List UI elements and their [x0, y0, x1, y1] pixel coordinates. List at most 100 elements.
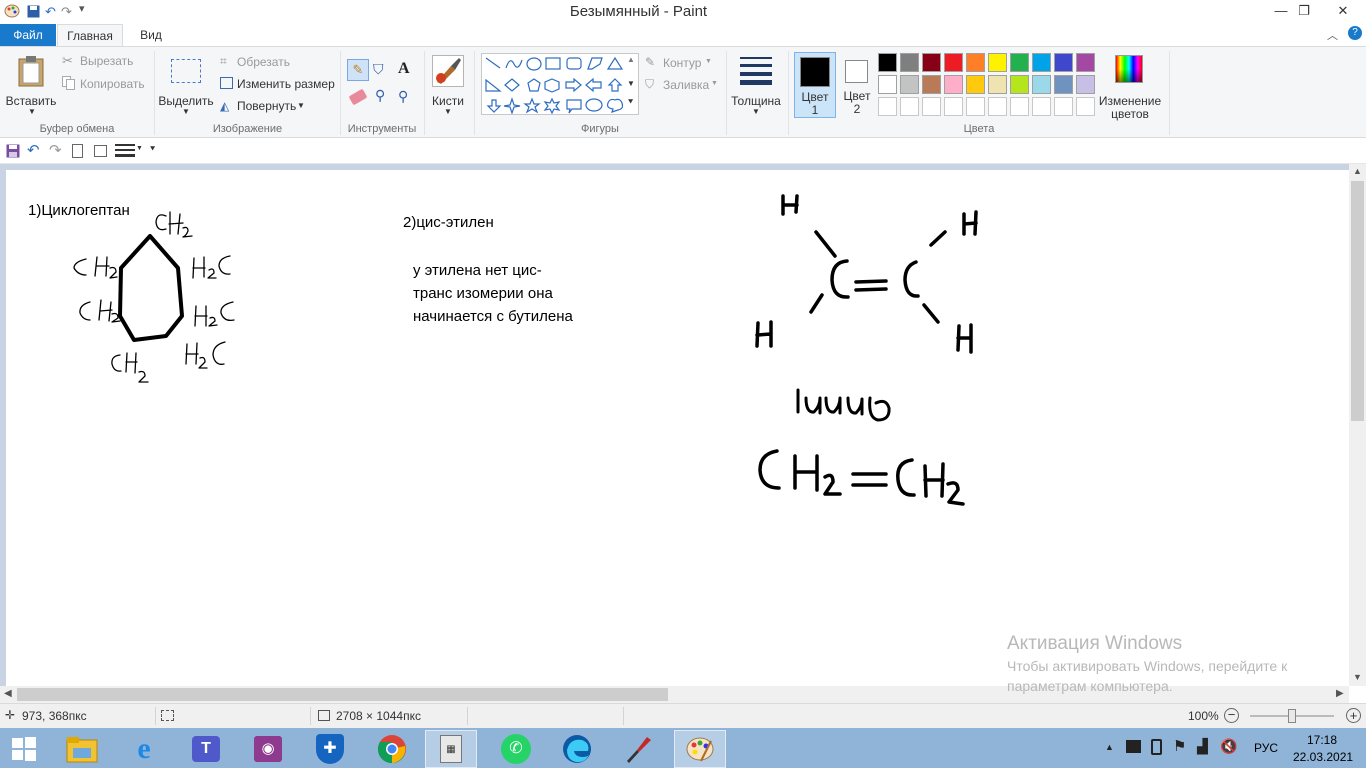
- palette-custom-color-slot[interactable]: [1054, 97, 1073, 116]
- scroll-left-arrow-icon[interactable]: ◀: [4, 688, 12, 699]
- scroll-down-arrow-icon[interactable]: ▼: [1353, 672, 1362, 682]
- palette-custom-color-slot[interactable]: [878, 97, 897, 116]
- scroll-up-arrow-icon[interactable]: ▲: [1353, 166, 1362, 176]
- palette-color-swatch[interactable]: [1054, 53, 1073, 72]
- zoom-slider-thumb[interactable]: [1288, 709, 1296, 723]
- clock-date[interactable]: 22.03.2021: [1293, 750, 1353, 764]
- taskbar-paint[interactable]: [674, 730, 726, 768]
- palette-color-swatch[interactable]: [1010, 53, 1029, 72]
- tab-view[interactable]: Вид: [128, 24, 174, 47]
- collapse-ribbon-icon[interactable]: ︿: [1327, 27, 1338, 43]
- palette-color-swatch[interactable]: [944, 75, 963, 94]
- size-button[interactable]: Толщина ▼: [730, 51, 782, 119]
- palette-color-swatch[interactable]: [944, 53, 963, 72]
- taskbar-internet-explorer[interactable]: e: [118, 730, 170, 768]
- palette-color-swatch[interactable]: [988, 53, 1007, 72]
- shapes-gallery[interactable]: [481, 53, 639, 115]
- tray-flag-icon[interactable]: ⚑: [1173, 737, 1186, 755]
- group-separator: [726, 51, 727, 135]
- select-button[interactable]: Выделить ▼: [158, 51, 214, 119]
- palette-color-swatch[interactable]: [966, 75, 985, 94]
- vertical-scrollbar[interactable]: ▲ ▼: [1349, 164, 1366, 686]
- palette-custom-color-slot[interactable]: [944, 97, 963, 116]
- zoom-in-icon[interactable]: +: [1346, 708, 1361, 723]
- taskbar-paint-brush-app[interactable]: [612, 730, 664, 768]
- palette-custom-color-slot[interactable]: [988, 97, 1007, 116]
- line-style-dropdown-icon[interactable]: ▼: [136, 145, 143, 152]
- scroll-right-arrow-icon[interactable]: ▶: [1336, 688, 1344, 699]
- tray-volume-muted-icon[interactable]: 🔇: [1220, 738, 1237, 755]
- tab-home[interactable]: Главная: [57, 24, 123, 47]
- tray-network-adapter-icon[interactable]: [1126, 740, 1141, 753]
- palette-color-swatch[interactable]: [922, 75, 941, 94]
- start-button[interactable]: [0, 730, 48, 768]
- close-button[interactable]: ✕: [1326, 0, 1360, 24]
- redo-icon[interactable]: ↷: [49, 141, 62, 159]
- shapes-scroll-down-icon[interactable]: ▼: [627, 79, 635, 88]
- palette-color-swatch[interactable]: [1010, 75, 1029, 94]
- palette-color-swatch[interactable]: [1076, 53, 1095, 72]
- chrome-icon: [377, 735, 406, 764]
- palette-color-swatch[interactable]: [878, 75, 897, 94]
- taskbar-camera[interactable]: ◉: [242, 730, 294, 768]
- palette-color-swatch[interactable]: [988, 75, 1007, 94]
- brushes-button[interactable]: Кисти ▼: [428, 51, 468, 119]
- taskbar-edge[interactable]: [551, 730, 603, 768]
- edit-colors-button[interactable]: Изменение цветов: [1098, 51, 1162, 121]
- frame-icon[interactable]: [94, 145, 107, 157]
- cursor-position-icon: ✛: [5, 708, 16, 722]
- palette-color-swatch[interactable]: [1032, 53, 1051, 72]
- taskbar-calculator[interactable]: ▦: [425, 730, 477, 768]
- taskbar-chrome[interactable]: [366, 730, 418, 768]
- shapes-scroll-up-icon[interactable]: ▲: [627, 55, 635, 64]
- clock-time[interactable]: 17:18: [1307, 733, 1337, 747]
- palette-custom-color-slot[interactable]: [1076, 97, 1095, 116]
- pencil-icon[interactable]: ✎: [347, 59, 369, 81]
- taskbar-whatsapp[interactable]: ✆: [490, 730, 542, 768]
- tray-device-icon[interactable]: [1151, 739, 1162, 755]
- eraser-icon[interactable]: [348, 88, 368, 106]
- zoom-out-icon[interactable]: −: [1224, 708, 1239, 723]
- undo-icon[interactable]: ↶: [27, 141, 40, 159]
- palette-custom-color-slot[interactable]: [966, 97, 985, 116]
- shapes-more-icon[interactable]: ⯆: [627, 97, 634, 108]
- taskbar-file-explorer[interactable]: [56, 730, 108, 768]
- vertical-scroll-thumb[interactable]: [1351, 181, 1364, 421]
- line-style-icon[interactable]: [115, 144, 135, 157]
- color-picker-icon[interactable]: ⚲: [375, 87, 385, 104]
- tray-signal-icon[interactable]: ▟: [1197, 738, 1208, 755]
- help-icon[interactable]: ?: [1348, 26, 1362, 40]
- magnifier-icon[interactable]: ⚲: [398, 88, 408, 105]
- palette-color-swatch[interactable]: [1076, 75, 1095, 94]
- palette-color-swatch[interactable]: [922, 53, 941, 72]
- drawing-canvas[interactable]: 1)Циклогептан 2)цис-этилен у этилена нет…: [6, 170, 1349, 686]
- tray-overflow-icon[interactable]: ▲: [1105, 742, 1114, 752]
- qat-customize-icon[interactable]: ⯆: [149, 144, 156, 155]
- restore-button[interactable]: ❐: [1290, 0, 1318, 24]
- palette-color-swatch[interactable]: [900, 53, 919, 72]
- palette-custom-color-slot[interactable]: [900, 97, 919, 116]
- palette-color-swatch[interactable]: [878, 53, 897, 72]
- save-icon[interactable]: [6, 144, 20, 158]
- palette-custom-color-slot[interactable]: [1010, 97, 1029, 116]
- text-tool-icon[interactable]: A: [398, 60, 410, 78]
- taskbar-teams[interactable]: T: [180, 730, 232, 768]
- tab-file[interactable]: Файл: [0, 24, 56, 46]
- heptagon-ring: [118, 234, 184, 342]
- keyboard-language[interactable]: РУС: [1254, 741, 1278, 755]
- color1-button[interactable]: Цвет 1: [794, 52, 836, 118]
- palette-color-swatch[interactable]: [1032, 75, 1051, 94]
- hw-h2c-right-upper: [192, 255, 231, 279]
- taskbar-defender[interactable]: ✚: [304, 730, 356, 768]
- palette-color-swatch[interactable]: [900, 75, 919, 94]
- color2-button[interactable]: Цвет 2: [838, 52, 876, 118]
- palette-custom-color-slot[interactable]: [922, 97, 941, 116]
- new-file-icon[interactable]: [72, 144, 83, 158]
- paste-button[interactable]: Вставить ▼: [4, 51, 56, 119]
- group-separator: [1169, 51, 1170, 135]
- palette-color-swatch[interactable]: [1054, 75, 1073, 94]
- horizontal-scroll-thumb[interactable]: [17, 688, 668, 701]
- fill-bucket-icon[interactable]: ⛉: [373, 61, 384, 78]
- palette-color-swatch[interactable]: [966, 53, 985, 72]
- palette-custom-color-slot[interactable]: [1032, 97, 1051, 116]
